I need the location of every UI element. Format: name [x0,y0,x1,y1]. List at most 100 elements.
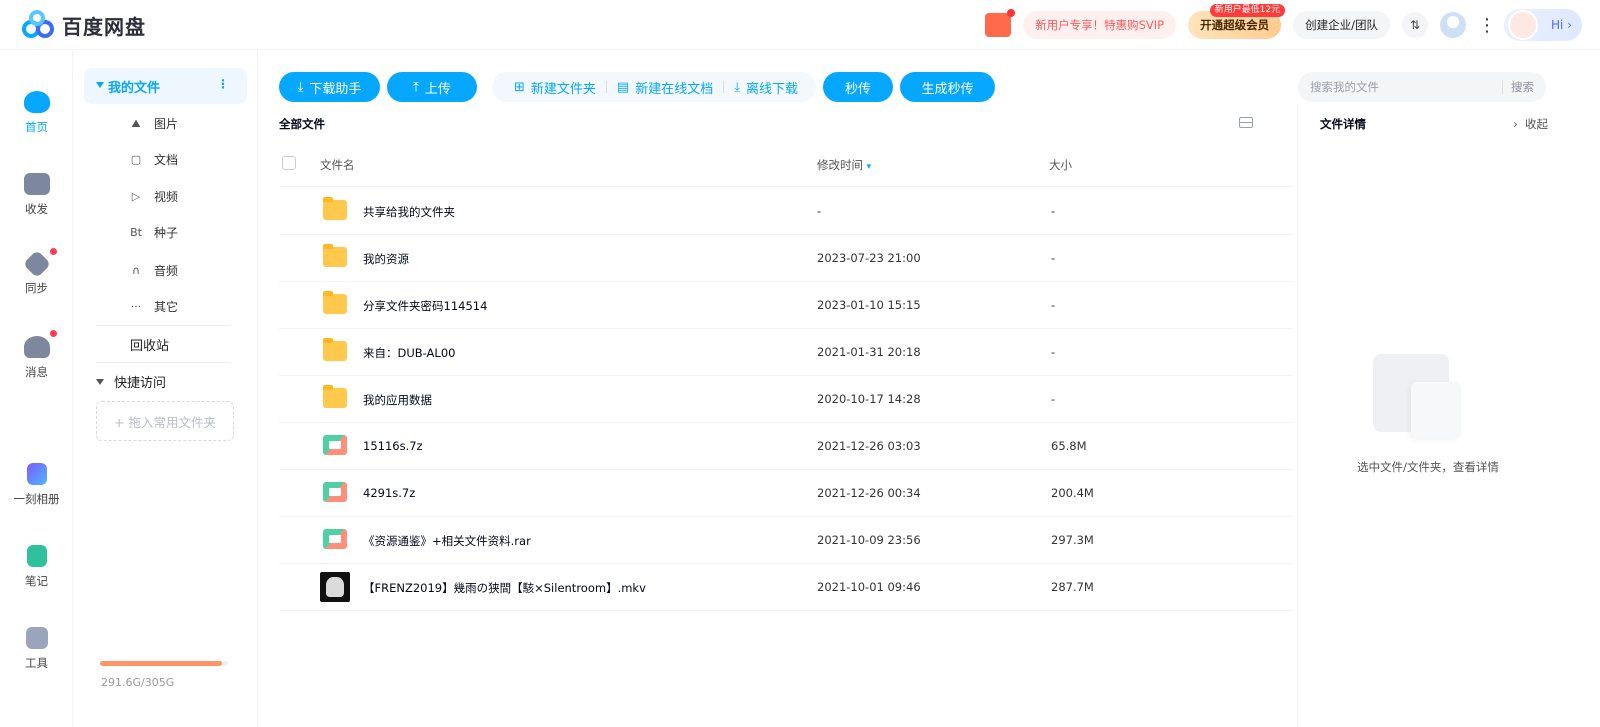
column-time-header[interactable]: 修改时间 ▾ [817,157,871,173]
offline-download-icon: ⤓ [734,79,740,95]
archive-icon [323,482,347,502]
nav-item-docs[interactable]: ▢ 文档 [130,151,178,168]
table-row[interactable]: 我的应用数据 2020-10-17 14:28 - [279,376,1293,423]
rail-item-messages[interactable]: 消息 [0,330,73,380]
view-mode-icon[interactable] [1239,117,1253,128]
rail-item-sync[interactable]: 同步 [0,248,73,296]
file-name[interactable]: 《资源通鉴》+相关文件资料.rar [363,533,531,549]
avatar[interactable] [1440,12,1466,38]
table-row[interactable]: 15116s.7z 2021-12-26 03:03 65.8M [279,423,1293,470]
table-row[interactable]: 4291s.7z 2021-12-26 00:34 200.4M [279,470,1293,517]
empty-hint: 选中文件/文件夹，查看详情 [1357,460,1499,474]
gift-icon[interactable] [985,9,1016,37]
folder-icon [323,338,347,361]
file-name[interactable]: 我的应用数据 [363,392,432,408]
file-name[interactable]: 来自：DUB-AL00 [363,345,455,361]
offline-download-button[interactable]: ⤓ 离线下载 [724,78,808,97]
column-name-header[interactable]: 文件名 [320,157,355,173]
nav-item-images[interactable]: ⛰ 图片 [130,115,178,132]
column-size-header[interactable]: 大小 [1049,157,1072,173]
rail-label: 一刻相册 [13,492,60,506]
document-icon: ▢ [130,153,142,166]
new-doc-icon: ▤ [616,79,630,95]
new-online-doc-button[interactable]: ▤ 新建在线文档 [607,78,723,97]
rail-item-album[interactable]: 一刻相册 [0,463,73,507]
quick-access-label: 快捷访问 [114,376,167,391]
promo-banner[interactable]: 新用户专享！特惠购SVIP [1023,11,1177,39]
upload-button[interactable]: ⤒ 上传 [387,72,477,102]
file-name[interactable]: 分享文件夹密码114514 [363,298,487,314]
file-list: 共享给我的文件夹 - - 我的资源 2023-07-23 21:00- 分享文件夹密码11… [279,188,1293,611]
people-icon [23,336,50,358]
breadcrumb[interactable]: 全部文件 [279,116,325,132]
table-row[interactable]: 来自：DUB-AL00 2021-01-31 20:18 - [279,329,1293,376]
divider [96,325,230,326]
rail-item-notes[interactable]: 笔记 [0,545,73,589]
download-helper-button[interactable]: ⤓ 下载助手 [279,72,380,102]
collapse-button[interactable]: › 收起 [1513,116,1548,132]
nav-recycle-bin[interactable]: 回收站 [130,335,169,354]
file-size: 297.3M [1051,533,1094,547]
select-all-checkbox[interactable] [282,156,296,170]
nav-item-audio[interactable]: ∩ 音频 [130,262,178,279]
nav-item-videos[interactable]: ▷ 视频 [130,188,178,205]
instant-transfer-button[interactable]: 秒传 [823,72,893,102]
hi-label: Hi › [1551,18,1572,32]
assistant-hi-button[interactable]: Hi › [1504,9,1582,41]
table-row[interactable]: 【FRENZ2019】幾雨の狭間【駭×Silentroom】.mkv 2021-1… [279,564,1293,611]
archive-icon [323,529,347,549]
app-logo[interactable]: 百度网盘 [22,10,146,40]
nav-item-torrents[interactable]: Bt 种子 [130,224,178,241]
tools-icon [25,627,48,649]
baidu-netdisk-logo-icon [22,10,56,40]
folder-share-icon [23,173,50,195]
table-row[interactable]: 共享给我的文件夹 - - [279,188,1293,235]
nav-item-other[interactable]: ··· 其它 [130,298,178,315]
upload-label: 上传 [424,81,451,97]
file-category-nav: 我的文件 ⋮ ⛰ 图片 ▢ 文档 ▷ 视频 Bt 种子 ∩ 音频 ··· 其它 … [74,51,258,727]
nav-item-label: 其它 [154,300,179,314]
new-folder-button[interactable]: ⊞ 新建文件夹 [504,78,606,97]
file-modified-time: 2023-07-23 21:00 [817,251,921,265]
quick-access-drop-zone[interactable]: + 拖入常用文件夹 [96,401,234,441]
vip-button[interactable]: 开通超级会员 新用户最低12元 [1188,4,1286,39]
file-size: - [1051,298,1056,312]
file-name[interactable]: 【FRENZ2019】幾雨の狭間【駭×Silentroom】.mkv [363,580,646,596]
left-rail: 首页 收发 同步 消息 一刻相册 笔记 工具 [0,51,73,727]
table-row[interactable]: 我的资源 2023-07-23 21:00 - [279,235,1293,282]
new-folder-icon: ⊞ [514,79,525,95]
more-options-icon[interactable]: ⋮ [217,77,229,91]
file-size: 287.7M [1051,580,1094,594]
headphones-icon: ∩ [131,264,141,277]
generate-instant-button[interactable]: 生成秒传 [900,72,995,102]
upload-icon: ⤒ [413,79,419,95]
create-org-button[interactable]: 创建企业/团队 [1293,11,1390,39]
search-button[interactable]: 搜索 [1502,80,1534,94]
nav-quick-access[interactable]: 快捷访问 [96,372,166,391]
rail-item-tools[interactable]: 工具 [0,627,73,671]
file-name[interactable]: 15116s.7z [363,439,423,453]
rail-label: 同步 [25,281,48,295]
rail-item-home[interactable]: 首页 [0,91,73,135]
file-name[interactable]: 共享给我的文件夹 [363,204,455,220]
table-row[interactable]: 《资源通鉴》+相关文件资料.rar 2021-10-09 23:56 297.3M [279,517,1293,564]
file-name[interactable]: 4291s.7z [363,486,415,500]
column-time-label: 修改时间 [817,158,863,172]
transfer-icon[interactable]: ⇅ [1402,12,1428,38]
file-action-group: ⊞ 新建文件夹 ▤ 新建在线文档 ⤓ 离线下载 [492,72,816,102]
file-size: 200.4M [1051,486,1094,500]
image-icon: ⛰ [131,116,141,130]
rail-label: 工具 [25,656,48,670]
storage-quota-bar [100,661,228,666]
file-modified-time: - [817,204,822,218]
rail-item-share[interactable]: 收发 [0,173,73,217]
nav-item-label: 音频 [154,264,179,278]
search-input[interactable]: 搜索我的文件 搜索 [1298,72,1546,102]
file-modified-time: 2021-10-01 09:46 [817,580,921,594]
nav-my-files[interactable]: 我的文件 ⋮ [84,68,247,104]
table-row[interactable]: 分享文件夹密码114514 2023-01-10 15:15 - [279,282,1293,329]
storage-quota-fill [100,661,223,666]
file-modified-time: 2021-12-26 00:34 [817,486,921,500]
file-name[interactable]: 我的资源 [363,251,409,267]
more-menu-icon[interactable]: ⋮ [1478,15,1496,36]
